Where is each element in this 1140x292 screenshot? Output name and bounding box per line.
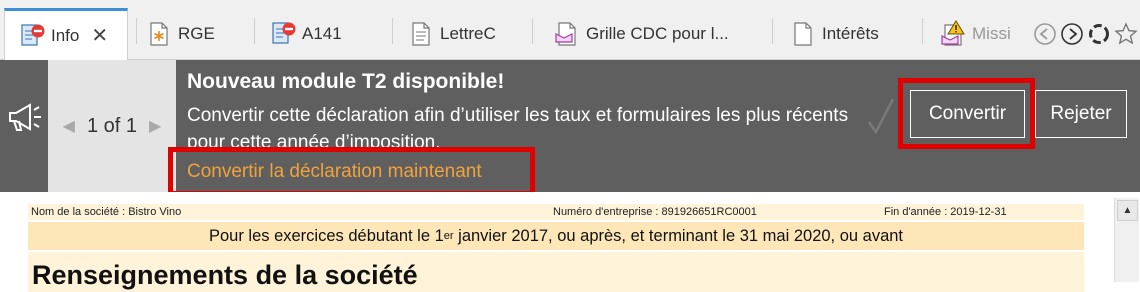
text-document-icon <box>408 20 434 48</box>
asterisk-document-icon <box>146 20 172 48</box>
pager-text: 1 of 1 <box>86 114 138 137</box>
tab-divider <box>254 18 255 44</box>
convert-now-link[interactable]: Convertir la déclaration maintenant <box>187 161 482 183</box>
tab-divider <box>532 18 533 44</box>
tab-rge[interactable]: RGE <box>146 8 215 60</box>
document-header: Nom de la société : Bistro Vino Numéro d… <box>28 204 1084 220</box>
tab-label: Info <box>51 25 80 45</box>
period-text-end: janvier 2017, ou après, et terminant le … <box>453 226 904 245</box>
business-number: Numéro d'entreprise : 891926651RC0001 <box>553 206 757 218</box>
blank-document-icon <box>790 20 816 48</box>
vertical-scrollbar[interactable]: ▲ <box>1114 198 1139 282</box>
section-heading-container: Renseignements de la société <box>28 252 1084 292</box>
tab-divider <box>922 18 923 44</box>
tab-lettrec[interactable]: LettreC <box>408 8 496 60</box>
forward-circle-icon[interactable] <box>1060 22 1084 46</box>
tab-nav-controls <box>1033 22 1138 46</box>
scroll-up-arrow-icon[interactable]: ▲ <box>1117 200 1138 221</box>
year-end: Fin d'année : 2019-12-31 <box>884 206 1007 218</box>
convert-button[interactable]: Convertir <box>910 90 1025 138</box>
notification-message: Convertir cette déclaration afin d’utili… <box>187 105 849 153</box>
tab-interets[interactable]: Intérêts <box>790 8 879 60</box>
period-text-start: Pour les exercices débutant le 1 <box>208 226 444 245</box>
star-icon[interactable] <box>1114 22 1138 46</box>
megaphone-icon <box>6 100 44 139</box>
tab-divider <box>392 18 393 44</box>
back-circle-icon[interactable] <box>1033 22 1057 46</box>
notification-title: Nouveau module T2 disponible! <box>187 70 505 93</box>
document-no-entry-icon <box>270 20 296 48</box>
company-name: Nom de la société : Bistro Vino <box>31 206 182 218</box>
warning-document-icon <box>940 20 966 48</box>
previous-arrow-icon[interactable]: ◀ <box>63 116 75 136</box>
tab-grille-cdc[interactable]: Grille CDC pour l... <box>554 8 729 60</box>
update-notification-banner: ◀ 1 of 1 ▶ Nouveau module T2 disponible!… <box>0 60 1140 196</box>
tab-label: RGE <box>178 24 215 43</box>
return-document: Nom de la société : Bistro Vino Numéro d… <box>0 192 1140 292</box>
reject-button[interactable]: Rejeter <box>1035 90 1127 138</box>
period-superscript: er <box>443 230 454 242</box>
notification-pager: ◀ 1 of 1 ▶ <box>48 60 176 192</box>
tab-label: Missi <box>972 24 1011 43</box>
tab-label: Intérêts <box>822 24 879 43</box>
next-arrow-icon[interactable]: ▶ <box>149 116 161 136</box>
letter-document-icon <box>554 20 580 48</box>
tab-divider <box>136 18 137 44</box>
document-no-entry-icon <box>19 22 45 50</box>
tab-bar: Info ✕ RGE A141 LettreC Grille CDC pour … <box>0 0 1140 60</box>
tab-a141[interactable]: A141 <box>270 8 342 60</box>
tab-label: Grille CDC pour l... <box>586 24 729 43</box>
tab-divider <box>772 18 773 44</box>
close-icon[interactable]: ✕ <box>91 23 108 48</box>
tab-info[interactable]: Info ✕ <box>4 8 128 60</box>
tab-label: LettreC <box>440 24 496 43</box>
tab-missi[interactable]: Missi <box>940 8 1032 60</box>
section-title: Renseignements de la société <box>32 260 418 290</box>
checkmark-icon <box>866 96 896 141</box>
fiscal-period-note: Pour les exercices débutant le 1 er janvi… <box>28 222 1084 250</box>
tab-label: A141 <box>302 24 342 43</box>
refresh-icon[interactable] <box>1087 22 1111 46</box>
